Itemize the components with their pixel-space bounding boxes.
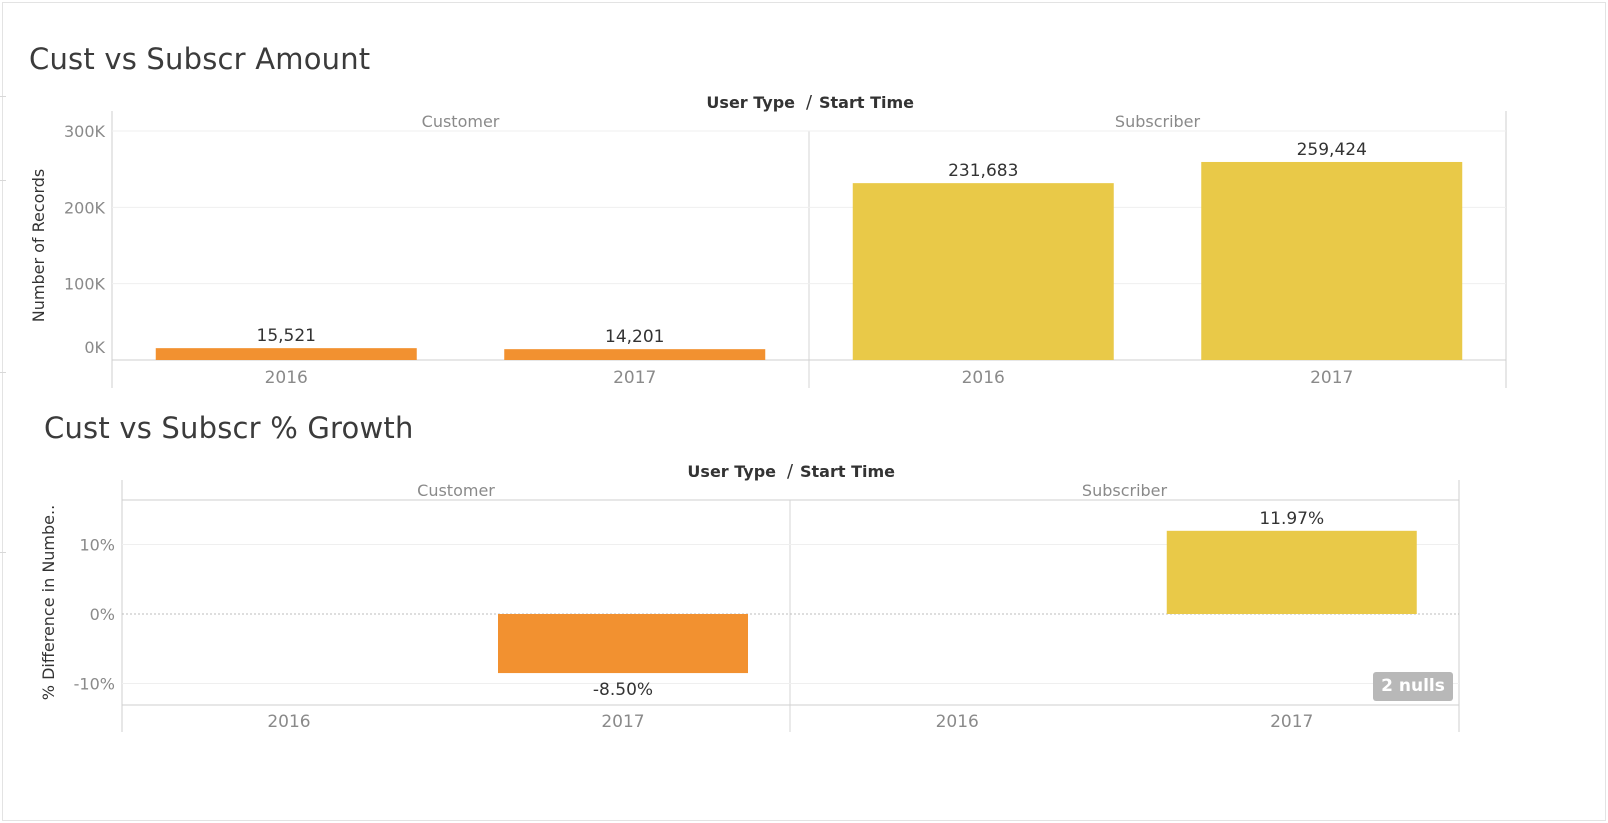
- growth-header-separator: /: [787, 461, 794, 482]
- amount-x-tick-label: 2016: [962, 368, 1005, 388]
- amount-y-tick-label: 100K: [64, 275, 106, 294]
- growth-x-tick-label: 2017: [601, 712, 644, 732]
- amount-y-tick-label: 0K: [84, 338, 105, 357]
- amount-x-tick-label: 2016: [265, 368, 308, 388]
- amount-data-label: 259,424: [1297, 140, 1367, 160]
- charts-canvas: User Type / Start Time 300K 200K 100K 0K Number…: [29, 92, 1507, 732]
- growth-y-axis-title: % Difference in Numbe..: [39, 505, 58, 700]
- growth-x-tick-label: 2016: [936, 712, 979, 732]
- amount-y-tick-label: 200K: [64, 198, 106, 217]
- growth-x-tick-label: 2017: [1270, 712, 1313, 732]
- growth-bar-customer-2017: [498, 614, 748, 674]
- amount-header-right: Start Time: [819, 93, 914, 112]
- amount-pane-label-customer: Customer: [422, 112, 500, 131]
- growth-header-right: Start Time: [800, 462, 895, 481]
- growth-header-left: User Type: [687, 462, 776, 481]
- amount-header-left: User Type: [706, 93, 795, 112]
- amount-data-label: 14,201: [605, 327, 664, 347]
- nulls-indicator-badge[interactable]: 2 nulls: [1373, 672, 1453, 701]
- amount-bar-customer-2016: [155, 348, 417, 360]
- amount-data-label: 15,521: [257, 326, 316, 346]
- growth-data-label: 11.97%: [1259, 509, 1324, 529]
- growth-pane-label-customer: Customer: [417, 481, 495, 500]
- amount-bar-customer-2017: [504, 349, 766, 360]
- amount-data-label: 231,683: [948, 161, 1018, 181]
- amount-y-tick-label: 300K: [64, 122, 106, 141]
- growth-bar-subscriber-2017: [1166, 530, 1417, 614]
- growth-y-tick-label: 10%: [79, 536, 115, 555]
- growth-pane-label-subscriber: Subscriber: [1082, 481, 1168, 500]
- amount-y-axis-title: Number of Records: [29, 169, 48, 322]
- amount-x-tick-label: 2017: [1310, 368, 1353, 388]
- amount-bar-subscriber-2017: [1201, 161, 1463, 360]
- amount-pane-label-subscriber: Subscriber: [1115, 112, 1201, 131]
- growth-y-tick-label: 0%: [90, 605, 115, 624]
- growth-data-label: -8.50%: [593, 680, 653, 700]
- amount-x-tick-label: 2017: [613, 368, 656, 388]
- amount-bar-subscriber-2016: [852, 183, 1114, 360]
- amount-header-separator: /: [806, 92, 813, 113]
- growth-x-tick-label: 2016: [267, 712, 310, 732]
- growth-y-tick-label: -10%: [74, 675, 115, 694]
